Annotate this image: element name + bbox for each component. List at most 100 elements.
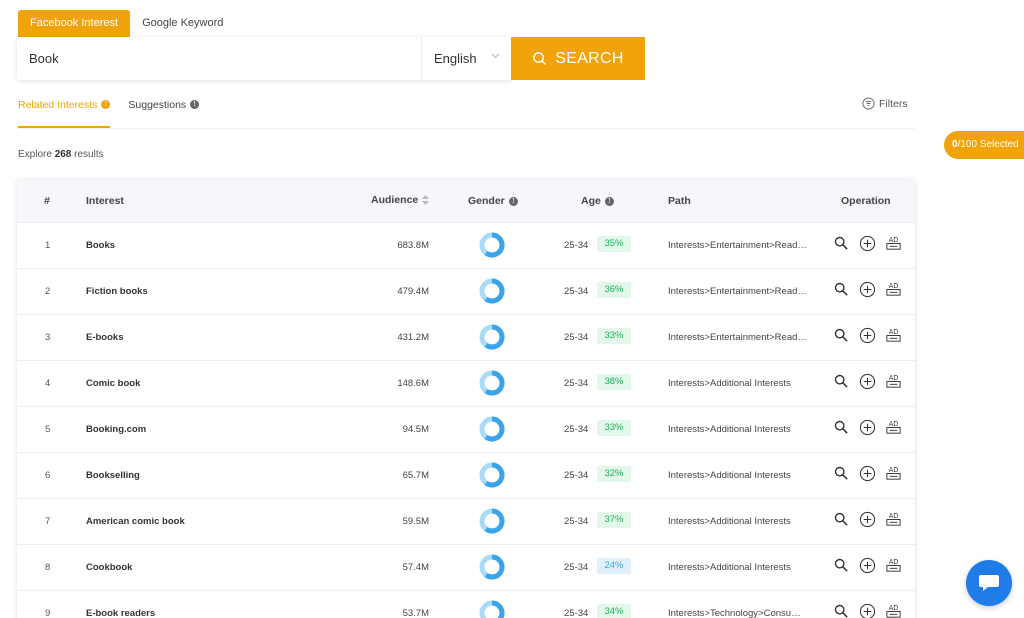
ad-icon[interactable]: AD (884, 326, 902, 344)
interest-path: Interests>Additional Interests (668, 378, 791, 389)
interest-path: Interests>Entertainment>Reading (668, 240, 808, 251)
interest-path: Interests>Technology>Consumer electronic… (668, 608, 808, 618)
search-icon[interactable] (832, 280, 850, 298)
chevron-down-icon (491, 53, 500, 59)
row-operations: AD (832, 510, 910, 528)
ad-icon[interactable]: AD (884, 372, 902, 390)
selected-count-badge[interactable]: 0/100 Selected (944, 131, 1024, 159)
search-icon[interactable] (832, 234, 850, 252)
info-icon[interactable]: ! (101, 100, 111, 109)
interest-name[interactable]: Cookbook (86, 562, 132, 573)
audience-size: 479.4M (397, 286, 429, 297)
info-icon[interactable]: ! (190, 100, 200, 109)
interest-name[interactable]: Books (86, 240, 115, 251)
svg-text:AD: AD (888, 420, 898, 428)
interest-path: Interests>Entertainment>Reading (668, 286, 808, 297)
add-icon[interactable] (858, 280, 876, 298)
add-icon[interactable] (858, 372, 876, 390)
search-icon[interactable] (832, 602, 850, 618)
age-range: 25-34 (564, 424, 589, 435)
table-row: 8 Cookbook 57.4M 25-34 24% Interests>Addition… (17, 544, 915, 590)
header-num: # (44, 195, 50, 207)
ad-icon[interactable]: AD (884, 510, 902, 528)
interest-name[interactable]: Comic book (86, 378, 140, 389)
header-operation: Operation (841, 195, 891, 207)
chat-bubble-icon (979, 575, 999, 591)
age-percent-badge: 36% (597, 282, 631, 298)
add-icon[interactable] (858, 418, 876, 436)
ad-icon[interactable]: AD (884, 418, 902, 436)
ad-icon[interactable]: AD (884, 556, 902, 574)
gender-donut-icon (479, 324, 505, 353)
row-number: 8 (45, 562, 51, 573)
interest-name[interactable]: American comic book (86, 516, 185, 527)
tab-facebook-interest[interactable]: Facebook Interest (18, 10, 131, 37)
interest-name[interactable]: Bookselling (86, 470, 140, 481)
info-icon[interactable]: ! (508, 197, 518, 206)
filters-button[interactable]: Filters (862, 97, 908, 110)
gender-donut-icon (479, 554, 505, 583)
filter-icon (862, 97, 875, 110)
add-icon[interactable] (858, 464, 876, 482)
add-icon[interactable] (858, 234, 876, 252)
add-icon[interactable] (858, 510, 876, 528)
row-number: 3 (45, 332, 51, 343)
table-header: # Interest Audience Gender ! Age ! Path … (17, 179, 915, 222)
search-icon[interactable] (832, 418, 850, 436)
add-icon[interactable] (858, 326, 876, 344)
search-box: English (17, 37, 512, 80)
interest-name[interactable]: Fiction books (86, 286, 148, 297)
sort-icon[interactable] (422, 195, 430, 205)
header-gender: Gender ! (468, 195, 518, 207)
search-icon[interactable] (832, 372, 850, 390)
search-icon[interactable] (832, 326, 850, 344)
gender-donut-icon (479, 232, 505, 261)
row-operations: AD (832, 556, 910, 574)
search-icon[interactable] (832, 556, 850, 574)
info-icon[interactable]: ! (604, 197, 614, 206)
language-value: English (434, 51, 477, 66)
search-input[interactable] (17, 37, 421, 80)
ad-icon[interactable]: AD (884, 602, 902, 618)
chat-button[interactable] (966, 560, 1012, 606)
header-audience[interactable]: Audience (371, 194, 430, 206)
interest-name[interactable]: E-book readers (86, 608, 155, 618)
language-select[interactable]: English (421, 37, 512, 80)
audience-size: 431.2M (397, 332, 429, 343)
age-range: 25-34 (564, 378, 589, 389)
gender-donut-icon (479, 370, 505, 399)
interest-name[interactable]: Booking.com (86, 424, 146, 435)
search-button[interactable]: SEARCH (511, 37, 645, 80)
ad-icon[interactable]: AD (884, 464, 902, 482)
tab-google-keyword[interactable]: Google Keyword (130, 10, 235, 37)
search-icon[interactable] (832, 464, 850, 482)
gender-donut-icon (479, 416, 505, 445)
header-interest: Interest (86, 195, 124, 207)
search-icon[interactable] (832, 510, 850, 528)
interest-name[interactable]: E-books (86, 332, 123, 343)
age-percent-badge: 37% (597, 512, 631, 528)
table-row: 9 E-book readers 53.7M 25-34 34% Interests>Te… (17, 590, 915, 618)
results-count: 268 (54, 149, 72, 160)
result-tabs: Related Interests ! Suggestions ! (18, 96, 217, 128)
row-operations: AD (832, 234, 910, 252)
table-row: 6 Bookselling 65.7M 25-34 32% Interests>Addit… (17, 452, 915, 498)
audience-size: 94.5M (402, 424, 429, 435)
tab-related-interests[interactable]: Related Interests ! (18, 96, 111, 128)
top-tabs: Facebook Interest Google Keyword (18, 10, 235, 37)
tab-label: Related Interests (18, 99, 98, 111)
audience-size: 53.7M (402, 608, 429, 618)
ad-icon[interactable]: AD (884, 280, 902, 298)
ad-icon[interactable]: AD (884, 234, 902, 252)
add-icon[interactable] (858, 556, 876, 574)
results-summary: Explore 268 results (18, 149, 104, 160)
age-percent-badge: 35% (597, 236, 631, 252)
interest-path: Interests>Additional Interests (668, 562, 791, 573)
tab-suggestions[interactable]: Suggestions ! (128, 96, 200, 128)
explore-prefix: Explore (18, 149, 52, 160)
gender-donut-icon (479, 600, 505, 618)
add-icon[interactable] (858, 602, 876, 618)
row-operations: AD (832, 372, 910, 390)
tabs-divider (18, 128, 915, 129)
svg-text:AD: AD (888, 282, 898, 290)
